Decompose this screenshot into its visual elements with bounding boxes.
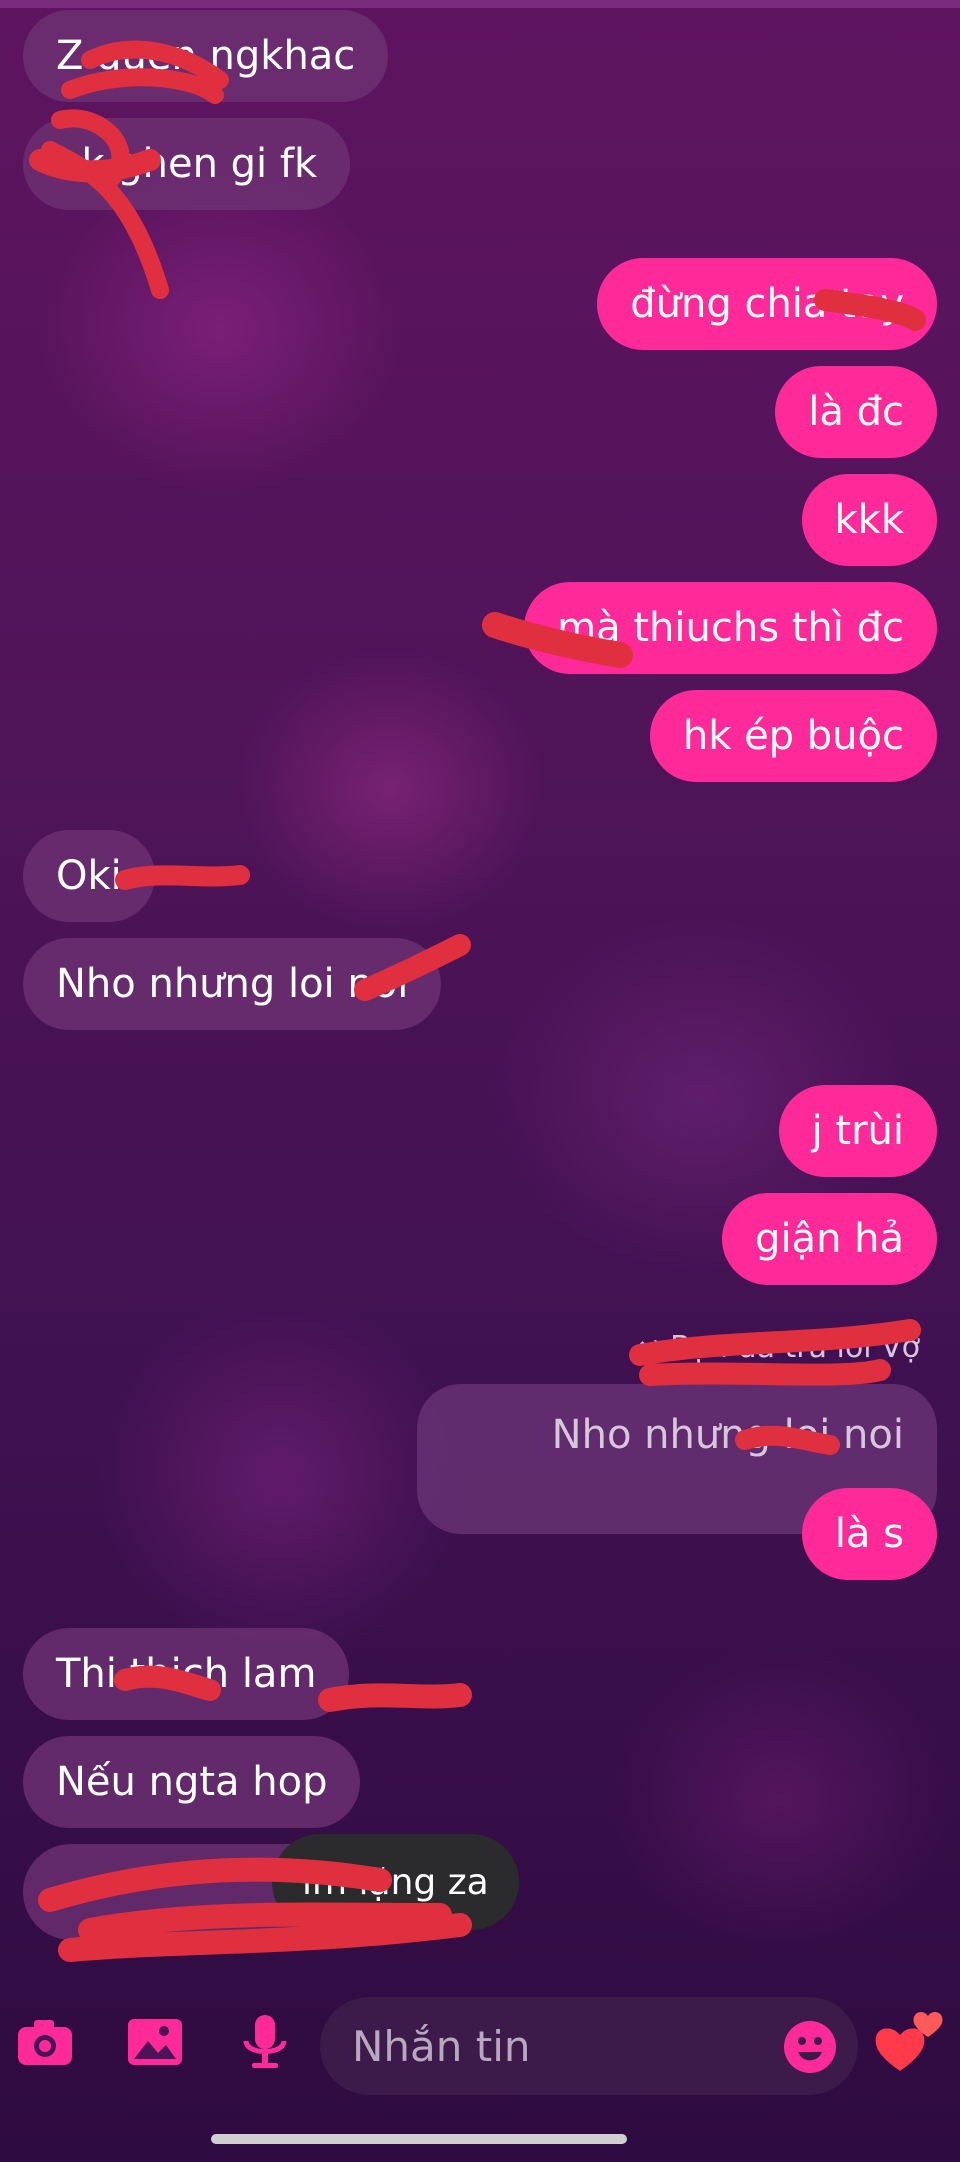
message-bubble-outgoing[interactable]: là đc — [775, 366, 937, 458]
message-input[interactable]: Nhắn tin — [320, 1997, 858, 2095]
message-text: Nho nhưng loi noi — [56, 961, 409, 1007]
hearts-icon[interactable] — [870, 1999, 950, 2079]
reply-arrow-icon: ↩ — [635, 1330, 661, 1365]
message-input-placeholder: Nhắn tin — [352, 2021, 531, 2071]
toast-text: im lặng za — [302, 1861, 489, 1903]
message-bubble-outgoing[interactable]: giận hả — [722, 1193, 937, 1285]
message-text: Nếu ngta hop — [56, 1759, 328, 1805]
message-bubble-incoming[interactable]: Nho nhưng loi noi — [23, 938, 442, 1030]
message-text: mà thiuchs thì đc — [557, 605, 904, 651]
message-text: Thi thich lam — [56, 1651, 317, 1697]
message-bubble-incoming[interactable]: hk ghen gi fk — [23, 118, 351, 210]
message-text: j trùi — [811, 1108, 904, 1154]
message-bubble-incoming[interactable]: Nếu ngta hop — [23, 1736, 361, 1828]
message-bubble-outgoing[interactable]: là s — [801, 1488, 937, 1580]
reply-indicator: ↩ Bạn đã trả lời Vợ — [635, 1330, 920, 1365]
message-text: Oki — [56, 853, 122, 899]
message-bubble-outgoing[interactable]: kkk — [801, 474, 937, 566]
message-text: hk ghen gi fk — [56, 141, 318, 187]
message-bubble-incoming[interactable]: Oki — [23, 830, 155, 922]
message-bubble-outgoing[interactable]: hk ép buộc — [649, 690, 937, 782]
reply-label-text: Bạn đã trả lời Vợ — [670, 1330, 920, 1365]
message-text: kkk — [834, 497, 905, 543]
quoted-text: Nho nhưng loi noi — [551, 1412, 904, 1458]
status-strip — [0, 0, 960, 8]
message-bubble-incoming[interactable]: Z quen ngkhac — [23, 10, 389, 102]
message-text: hk ép buộc — [682, 713, 904, 759]
microphone-icon[interactable] — [230, 2007, 300, 2077]
message-bubble-incoming[interactable]: Thi thich lam — [23, 1628, 350, 1720]
message-text: giận hả — [755, 1216, 904, 1262]
toast-popup: im lặng za — [272, 1834, 519, 1930]
composer-bar: Nhắn tin — [0, 1985, 960, 2115]
message-bubble-outgoing[interactable]: j trùi — [778, 1085, 937, 1177]
emoji-icon[interactable] — [782, 2019, 838, 2075]
image-icon[interactable] — [120, 2007, 190, 2077]
home-indicator[interactable] — [211, 2134, 627, 2144]
camera-icon[interactable] — [10, 2007, 80, 2077]
message-text: là s — [834, 1511, 904, 1557]
message-text: Z quen ngkhac — [56, 33, 356, 79]
message-bubble-outgoing[interactable]: đừng chia tay — [597, 258, 937, 350]
message-bubble-outgoing[interactable]: mà thiuchs thì đc — [524, 582, 937, 674]
message-text: là đc — [808, 389, 904, 435]
message-text: đừng chia tay — [630, 281, 904, 327]
